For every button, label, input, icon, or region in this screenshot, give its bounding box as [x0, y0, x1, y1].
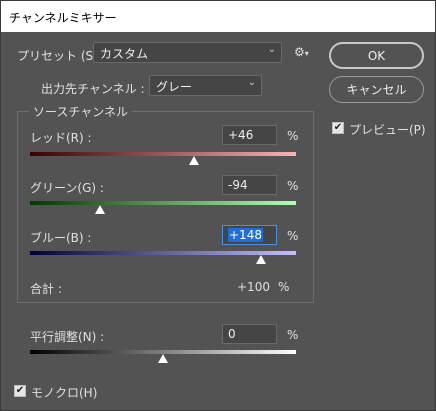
red-slider-thumb[interactable]	[188, 156, 199, 165]
preset-select-value: カスタム	[100, 47, 149, 61]
constant-percent: %	[287, 328, 299, 342]
check-icon: ✔	[333, 122, 343, 133]
red-label: レッド(R) :	[30, 131, 92, 145]
ok-button[interactable]: OK	[329, 42, 424, 69]
green-value-input[interactable]: -94	[222, 175, 277, 195]
red-slider-track[interactable]	[30, 152, 296, 156]
dialog-title: チャンネルミキサー	[9, 11, 117, 25]
monochrome-label: モノクロ(H)	[31, 386, 98, 400]
close-button[interactable]	[405, 4, 431, 28]
chevron-down-icon: ⌄	[267, 44, 276, 55]
chevron-down-icon: ⌄	[247, 77, 256, 88]
constant-label: 平行調整(N) :	[30, 330, 105, 344]
preview-checkbox[interactable]: ✔	[332, 122, 344, 134]
channel-mixer-dialog: チャンネルミキサー プリセット (S) : カスタム ⌄ ⚙▾ 出力先チャンネル…	[0, 0, 436, 411]
red-percent: %	[287, 129, 299, 143]
blue-value-input[interactable]: +148	[222, 225, 277, 245]
cancel-button[interactable]: キャンセル	[329, 76, 424, 103]
blue-label: ブルー(B) :	[30, 231, 92, 245]
output-channel-select[interactable]: グレー ⌄	[149, 75, 262, 96]
total-percent: %	[278, 280, 290, 294]
red-value-input[interactable]: +46	[222, 125, 277, 145]
preset-select[interactable]: カスタム ⌄	[93, 42, 282, 63]
green-label: グリーン(G) :	[30, 181, 104, 195]
blue-percent: %	[287, 229, 299, 243]
output-channel-value: グレー	[156, 80, 193, 94]
green-slider-track[interactable]	[30, 201, 296, 205]
blue-slider-thumb[interactable]	[256, 255, 267, 264]
green-percent: %	[287, 179, 299, 193]
constant-slider-thumb[interactable]	[158, 354, 168, 363]
total-label: 合計 :	[30, 282, 62, 296]
source-channels-title: ソースチャンネル	[29, 103, 133, 120]
constant-value-input[interactable]: 0	[222, 324, 277, 344]
total-value: +100	[237, 280, 270, 294]
title-bar: チャンネルミキサー	[1, 1, 435, 32]
preview-label: プレビュー(P)	[349, 123, 426, 137]
monochrome-checkbox[interactable]: ✔	[14, 385, 26, 397]
green-slider-thumb[interactable]	[95, 205, 106, 214]
check-icon: ✔	[15, 385, 25, 396]
gear-icon[interactable]: ⚙▾	[294, 45, 309, 59]
output-channel-label: 出力先チャンネル :	[41, 82, 145, 96]
